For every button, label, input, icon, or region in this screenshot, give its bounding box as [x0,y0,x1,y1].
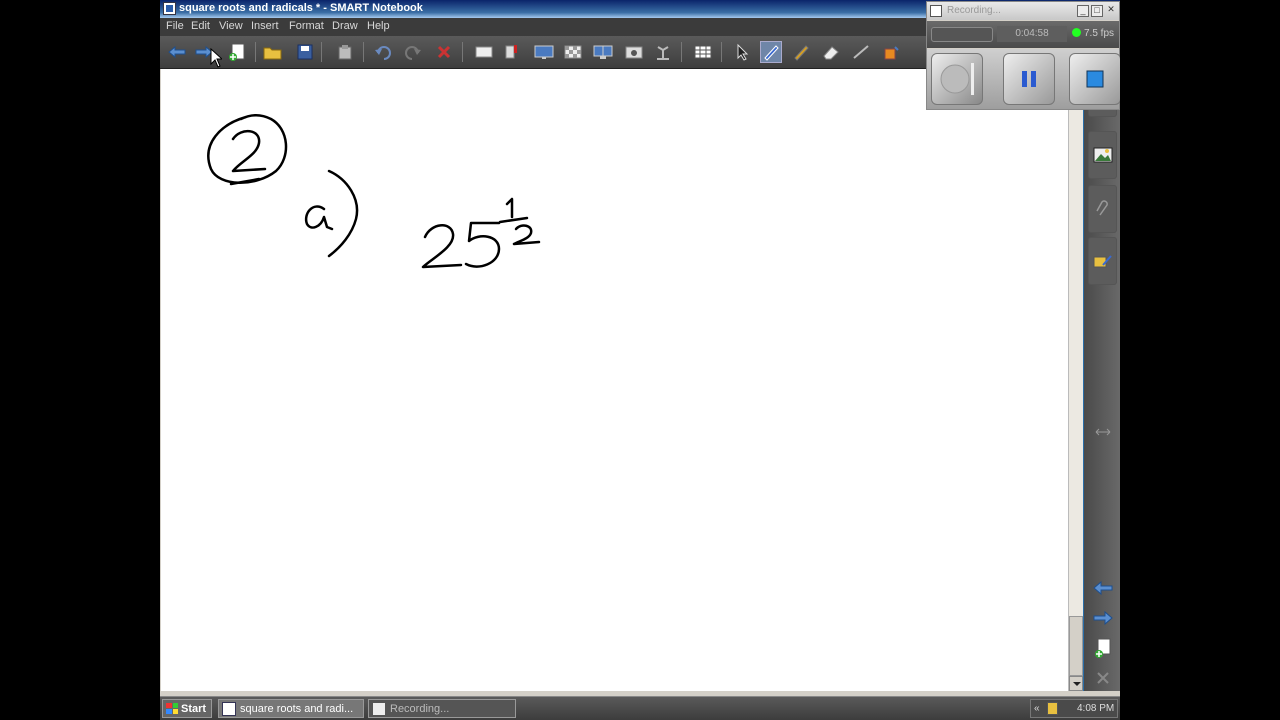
taskbar-item-notebook[interactable]: square roots and radi... [218,699,364,718]
toolbar-separator [681,42,682,62]
windows-flag-icon [166,703,178,714]
pen-icon[interactable] [760,41,782,63]
toolbar-separator [363,42,364,62]
tray-expand-icon[interactable]: « [1034,703,1040,714]
letter-a-paren-icon [304,169,359,258]
recorder-title: Recording... [947,5,1001,16]
desktop-screen: square roots and radicals * - SMART Note… [160,0,1120,720]
recording-fps-value: 7.5 fps [1084,28,1115,39]
page-vertical-scrollbar[interactable] [1068,69,1083,691]
transparent-background-icon[interactable] [562,41,584,63]
minimize-icon[interactable]: _ [1077,5,1089,17]
resize-handle-icon[interactable] [1092,423,1114,441]
menu-view[interactable]: View [219,20,243,32]
tray-app-icon[interactable] [1047,702,1058,715]
menu-format[interactable]: Format [289,20,324,32]
recorder-controls [927,49,1120,109]
taskbar: Start square roots and radi... Recording… [160,696,1120,720]
table-icon[interactable] [692,41,714,63]
recorder-window[interactable]: Recording... _ □ ✕ 0:04:58 7.5 fps [926,1,1120,110]
toolbar-separator [255,42,256,62]
start-button[interactable]: Start [162,699,212,718]
creative-pen-icon[interactable] [790,41,812,63]
recorder-task-icon [372,701,386,716]
smart-notebook-app-icon[interactable] [163,2,176,15]
screen-shade-icon[interactable] [473,41,495,63]
dual-page-icon[interactable] [592,41,614,63]
notebook-task-icon [222,701,236,716]
mouse-cursor-icon [210,48,222,68]
recording-fps: 7.5 fps [1072,26,1117,42]
circled-number-icon [207,114,288,186]
select-pointer-icon[interactable] [731,41,753,63]
save-icon[interactable] [294,41,316,63]
open-folder-icon[interactable] [262,41,284,63]
menu-help[interactable]: Help [367,20,390,32]
stop-button[interactable] [1069,53,1120,105]
paste-icon[interactable] [334,41,356,63]
line-icon[interactable] [850,41,872,63]
window-title: square roots and radicals * - SMART Note… [179,2,423,14]
recording-led-icon [1072,28,1081,37]
recorder-status-row: 0:04:58 7.5 fps [927,21,1119,48]
scrollbar-thumb[interactable] [1069,616,1083,676]
notebook-page-canvas[interactable] [161,69,1068,691]
menu-draw[interactable]: Draw [332,20,358,32]
menu-insert[interactable]: Insert [251,20,279,32]
eraser-icon[interactable] [820,41,842,63]
menu-file[interactable]: File [166,20,184,32]
delete-icon[interactable] [433,41,455,63]
recording-elapsed-time: 0:04:58 [997,26,1067,42]
clock[interactable]: 4:08 PM [1077,703,1114,714]
back-arrow-icon[interactable] [166,41,188,63]
show-hide-icon[interactable] [500,41,522,63]
properties-icon[interactable] [1088,237,1117,285]
close-icon[interactable]: ✕ [1105,5,1117,17]
toolbar-separator [462,42,463,62]
document-camera-icon[interactable] [652,41,674,63]
maximize-icon[interactable]: □ [1091,5,1103,17]
fill-icon[interactable] [880,41,902,63]
expression-icon [421,197,541,269]
delete-page-icon[interactable] [1092,669,1114,687]
gallery-icon[interactable] [1088,131,1117,179]
next-page-icon[interactable] [1092,609,1114,627]
recorder-app-icon [930,5,942,17]
taskbar-item-label: Recording... [390,702,450,715]
add-page-icon[interactable] [226,41,248,63]
scroll-down-arrow-icon[interactable] [1069,676,1083,691]
side-tab-bar [1083,69,1120,691]
redo-icon[interactable] [402,41,424,63]
record-button[interactable] [931,53,983,105]
toolbar-separator [721,42,722,62]
pause-button[interactable] [1003,53,1055,105]
recorder-source-dropdown[interactable] [931,27,993,42]
system-tray: « 4:08 PM [1030,699,1118,718]
recorder-title-bar[interactable]: Recording... _ □ ✕ [927,2,1119,20]
add-page-icon[interactable] [1092,638,1114,658]
undo-icon[interactable] [372,41,394,63]
previous-page-icon[interactable] [1092,579,1114,597]
screen-capture-icon[interactable] [623,41,645,63]
taskbar-item-label: square roots and radi... [240,702,354,715]
taskbar-item-recording[interactable]: Recording... [368,699,516,718]
full-screen-icon[interactable] [533,41,555,63]
start-label: Start [181,702,207,715]
attachments-icon[interactable] [1088,185,1117,233]
toolbar-separator [321,42,322,62]
menu-edit[interactable]: Edit [191,20,210,32]
